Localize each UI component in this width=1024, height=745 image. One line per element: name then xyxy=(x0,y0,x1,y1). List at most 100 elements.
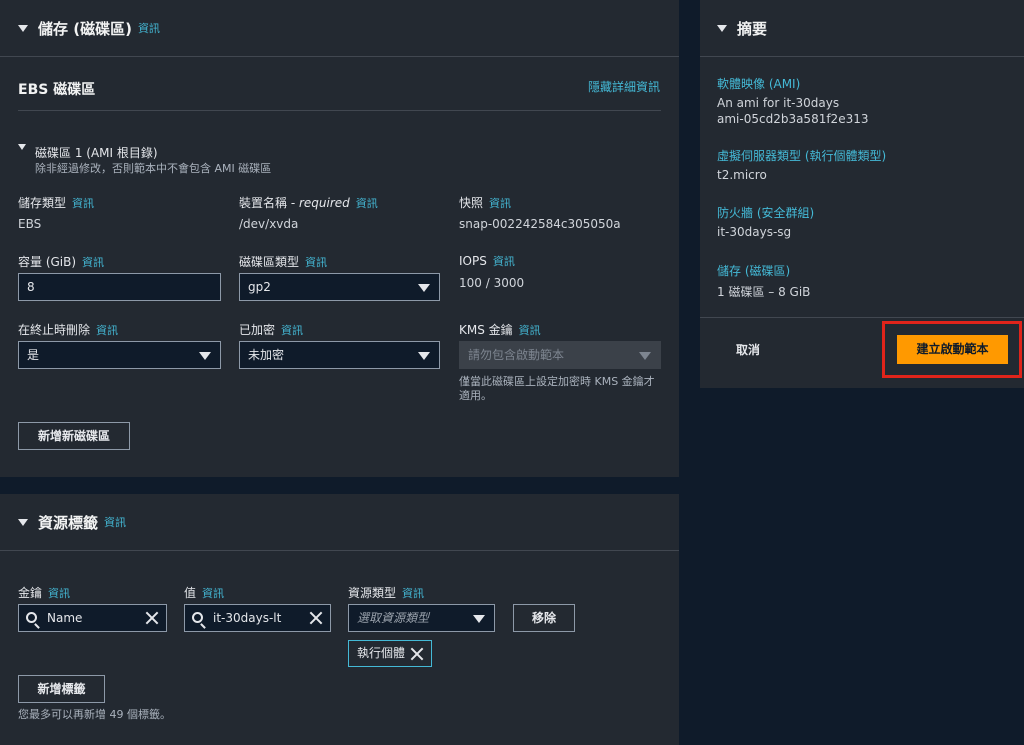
tags-header[interactable]: 資源標籤 資訊 xyxy=(18,512,126,533)
tag-key-input[interactable]: Name xyxy=(18,604,167,632)
search-icon xyxy=(26,612,37,623)
divider xyxy=(700,317,1024,318)
kms-key-label: KMS 金鑰 xyxy=(459,323,513,337)
info-link[interactable]: 資訊 xyxy=(356,197,378,210)
storage-header[interactable]: 儲存 (磁碟區) 資訊 xyxy=(18,18,160,39)
storage-type-value: EBS xyxy=(18,217,42,231)
storage-summary-label[interactable]: 儲存 (磁碟區) xyxy=(717,262,790,279)
clear-icon[interactable] xyxy=(309,611,323,625)
size-input[interactable]: 8 xyxy=(18,273,221,301)
size-field: 容量 (GiB) 資訊 xyxy=(18,253,104,270)
collapse-caret-icon[interactable] xyxy=(717,25,727,32)
storage-type-label: 儲存類型 xyxy=(18,196,67,210)
tags-panel: 資源標籤 資訊 金鑰 資訊 Name 值資訊 it-30days-lt 資源類型 資訊… xyxy=(0,494,679,745)
info-link[interactable]: 資訊 xyxy=(402,587,424,600)
kms-note-line-2: 適用。 xyxy=(459,389,492,402)
info-link[interactable]: 資訊 xyxy=(305,256,327,269)
chip-label: 執行個體 xyxy=(357,646,406,660)
hide-details-link[interactable]: 隱藏詳細資訊 xyxy=(588,78,660,95)
kms-key-select[interactable]: 請勿包含啟動範本 xyxy=(459,341,661,369)
cancel-button[interactable]: 取消 xyxy=(736,341,760,358)
info-link[interactable]: 資訊 xyxy=(489,197,511,210)
ami-id: ami-05cd2b3a581f2e313 xyxy=(717,112,869,126)
resource-type-label: 資源類型 xyxy=(348,586,397,600)
divider xyxy=(0,550,679,551)
required-tag: required xyxy=(298,196,350,210)
storage-panel: 儲存 (磁碟區) 資訊 EBS 磁碟區 隱藏詳細資訊 磁碟區 1 (AMI 根目錄… xyxy=(0,0,679,477)
info-link[interactable]: 資訊 xyxy=(72,197,94,210)
create-launch-template-button[interactable]: 建立啟動範本 xyxy=(897,335,1008,364)
encrypted-select[interactable]: 未加密 xyxy=(239,341,440,369)
clear-icon[interactable] xyxy=(145,611,159,625)
delete-on-termination-label: 在終止時刪除 xyxy=(18,323,91,337)
storage-info-link[interactable]: 資訊 xyxy=(138,22,160,35)
info-link[interactable]: 資訊 xyxy=(281,324,303,337)
tags-title: 資源標籤 xyxy=(38,514,99,532)
info-link[interactable]: 資訊 xyxy=(493,255,515,268)
tag-key-value: Name xyxy=(47,611,83,625)
ami-name: An ami for it-30days xyxy=(717,96,840,110)
tags-info-link[interactable]: 資訊 xyxy=(104,516,126,529)
instance-type-value: t2.micro xyxy=(717,168,767,182)
volume-heading: 磁碟區 1 (AMI 根目錄) xyxy=(35,146,158,160)
delete-on-termination-field: 在終止時刪除 資訊 xyxy=(18,321,118,338)
add-volume-button[interactable]: 新增新磁碟區 xyxy=(18,422,130,450)
divider xyxy=(0,56,679,57)
chip-remove-icon[interactable] xyxy=(410,647,424,661)
iops-field: IOPS 資訊 xyxy=(459,253,515,269)
tag-key-field: 金鑰 資訊 xyxy=(18,584,70,601)
delete-on-termination-select[interactable]: 是 xyxy=(18,341,221,369)
remove-tag-button[interactable]: 移除 xyxy=(513,604,575,632)
instance-type-label[interactable]: 虛擬伺服器類型 (執行個體類型) xyxy=(717,147,886,164)
resource-type-chip: 執行個體 xyxy=(348,640,433,667)
storage-type-field: 儲存類型 資訊 xyxy=(18,194,94,211)
tag-value-input[interactable]: it-30days-lt xyxy=(184,604,331,632)
info-link[interactable]: 資訊 xyxy=(96,324,118,337)
encrypted-field: 已加密 資訊 xyxy=(239,321,303,338)
volume-expander[interactable] xyxy=(18,139,26,153)
device-name-field: 裝置名稱 - required 資訊 xyxy=(239,194,378,211)
search-icon xyxy=(192,612,203,623)
tag-value-label: 值 xyxy=(184,586,197,600)
dropdown-arrow-icon xyxy=(199,352,211,360)
summary-header[interactable]: 摘要 xyxy=(717,18,767,39)
info-link[interactable]: 資訊 xyxy=(82,256,104,269)
dropdown-arrow-icon xyxy=(418,284,430,292)
firewall-value: it-30days-sg xyxy=(717,225,792,239)
volume-type-field: 磁碟區類型 資訊 xyxy=(239,253,327,270)
divider xyxy=(700,56,1024,57)
iops-value: 100 / 3000 xyxy=(459,276,525,290)
volume-type-select[interactable]: gp2 xyxy=(239,273,440,301)
collapse-caret-icon[interactable] xyxy=(18,519,28,526)
dropdown-arrow-icon xyxy=(473,615,485,623)
delete-on-termination-value: 是 xyxy=(27,348,40,362)
resource-type-placeholder: 選取資源類型 xyxy=(357,611,430,625)
encrypted-value: 未加密 xyxy=(248,348,285,362)
ebs-title: EBS 磁碟區 xyxy=(18,82,96,98)
expand-caret-icon[interactable] xyxy=(18,143,26,150)
snapshot-label: 快照 xyxy=(459,196,484,210)
resource-type-select[interactable]: 選取資源類型 xyxy=(348,604,495,632)
volume-note: 除非經過修改，否則範本中不會包含 AMI 磁碟區 xyxy=(35,162,272,175)
snapshot-field: 快照 資訊 xyxy=(459,194,511,211)
resource-type-field: 資源類型 資訊 xyxy=(348,584,424,601)
snapshot-value: snap-002242584c305050a xyxy=(459,217,621,231)
storage-title: 儲存 (磁碟區) xyxy=(38,20,132,38)
device-name-value: /dev/xvda xyxy=(239,217,299,231)
info-link[interactable]: 資訊 xyxy=(48,587,70,600)
info-link[interactable]: 資訊 xyxy=(202,587,224,600)
collapse-caret-icon[interactable] xyxy=(18,25,28,32)
firewall-label[interactable]: 防火牆 (安全群組) xyxy=(717,204,814,221)
dropdown-arrow-icon xyxy=(639,352,651,360)
dropdown-arrow-icon xyxy=(418,352,430,360)
volume-type-value: gp2 xyxy=(248,280,271,294)
encrypted-label: 已加密 xyxy=(239,323,276,337)
kms-key-field: KMS 金鑰 資訊 xyxy=(459,321,541,338)
device-name-label: 裝置名稱 - xyxy=(239,196,299,210)
ami-label[interactable]: 軟體映像 (AMI) xyxy=(717,75,800,92)
storage-summary-value: 1 磁碟區 – 8 GiB xyxy=(717,285,811,299)
info-link[interactable]: 資訊 xyxy=(519,324,541,337)
tag-key-label: 金鑰 xyxy=(18,586,43,600)
iops-label: IOPS xyxy=(459,254,487,268)
add-tag-button[interactable]: 新增標籤 xyxy=(18,675,105,703)
